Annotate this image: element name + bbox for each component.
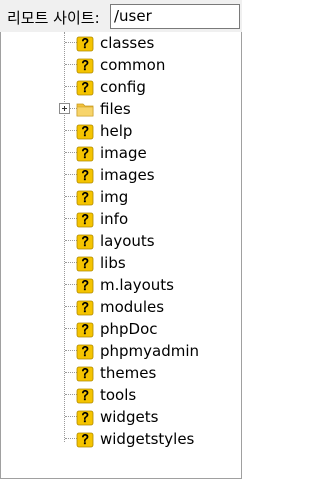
expand-plus-icon[interactable] <box>59 103 70 114</box>
unknown-folder-icon <box>76 210 94 228</box>
remote-directory-tree[interactable]: classes common config files help image i… <box>0 32 242 479</box>
tree-item-classes[interactable]: classes <box>1 32 241 54</box>
tree-item-label: themes <box>100 364 157 382</box>
tree-item-label: layouts <box>100 232 155 250</box>
remote-site-label: 리모트 사이트: <box>7 9 100 27</box>
tree-item-m-layouts[interactable]: m.layouts <box>1 274 241 296</box>
tree-item-libs[interactable]: libs <box>1 252 241 274</box>
remote-path-input[interactable]: /user <box>110 4 240 29</box>
unknown-folder-icon <box>76 144 94 162</box>
unknown-folder-icon <box>76 56 94 74</box>
tree-item-label: phpmyadmin <box>100 342 200 360</box>
tree-item-themes[interactable]: themes <box>1 362 241 384</box>
unknown-folder-icon <box>76 298 94 316</box>
tree-item-image[interactable]: image <box>1 142 241 164</box>
tree-item-label: config <box>100 78 146 96</box>
tree-item-help[interactable]: help <box>1 120 241 142</box>
tree-item-label: widgets <box>100 408 159 426</box>
tree-item-label: images <box>100 166 155 184</box>
tree-item-phpmyadmin[interactable]: phpmyadmin <box>1 340 241 362</box>
tree-item-config[interactable]: config <box>1 76 241 98</box>
unknown-folder-icon <box>76 408 94 426</box>
tree-item-files[interactable]: files <box>1 98 241 120</box>
tree-item-label: image <box>100 144 147 162</box>
unknown-folder-icon <box>76 386 94 404</box>
tree-item-label: classes <box>100 34 155 52</box>
folder-icon <box>76 100 94 118</box>
tree-item-layouts[interactable]: layouts <box>1 230 241 252</box>
unknown-folder-icon <box>76 342 94 360</box>
unknown-folder-icon <box>76 276 94 294</box>
tree-item-label: info <box>100 210 129 228</box>
tree-item-img[interactable]: img <box>1 186 241 208</box>
tree-item-label: m.layouts <box>100 276 174 294</box>
tree-item-label: tools <box>100 386 137 404</box>
tree-item-label: libs <box>100 254 126 272</box>
unknown-folder-icon <box>76 166 94 184</box>
tree-item-label: files <box>100 100 131 118</box>
tree-item-common[interactable]: common <box>1 54 241 76</box>
tree-item-images[interactable]: images <box>1 164 241 186</box>
tree-item-info[interactable]: info <box>1 208 241 230</box>
tree-item-widgetstyles[interactable]: widgetstyles <box>1 428 241 450</box>
unknown-folder-icon <box>76 188 94 206</box>
tree-item-label: help <box>100 122 133 140</box>
tree-item-label: common <box>100 56 166 74</box>
unknown-folder-icon <box>76 122 94 140</box>
unknown-folder-icon <box>76 320 94 338</box>
unknown-folder-icon <box>76 254 94 272</box>
unknown-folder-icon <box>76 364 94 382</box>
unknown-folder-icon <box>76 232 94 250</box>
tree-item-label: img <box>100 188 129 206</box>
tree-item-label: modules <box>100 298 165 316</box>
unknown-folder-icon <box>76 34 94 52</box>
tree-item-modules[interactable]: modules <box>1 296 241 318</box>
tree-item-phpdoc[interactable]: phpDoc <box>1 318 241 340</box>
unknown-folder-icon <box>76 78 94 96</box>
unknown-folder-icon <box>76 430 94 448</box>
tree-item-tools[interactable]: tools <box>1 384 241 406</box>
tree-item-label: phpDoc <box>100 320 158 338</box>
tree-item-widgets[interactable]: widgets <box>1 406 241 428</box>
tree-item-label: widgetstyles <box>100 430 195 448</box>
remote-site-toolbar: 리모트 사이트: /user <box>0 0 242 32</box>
